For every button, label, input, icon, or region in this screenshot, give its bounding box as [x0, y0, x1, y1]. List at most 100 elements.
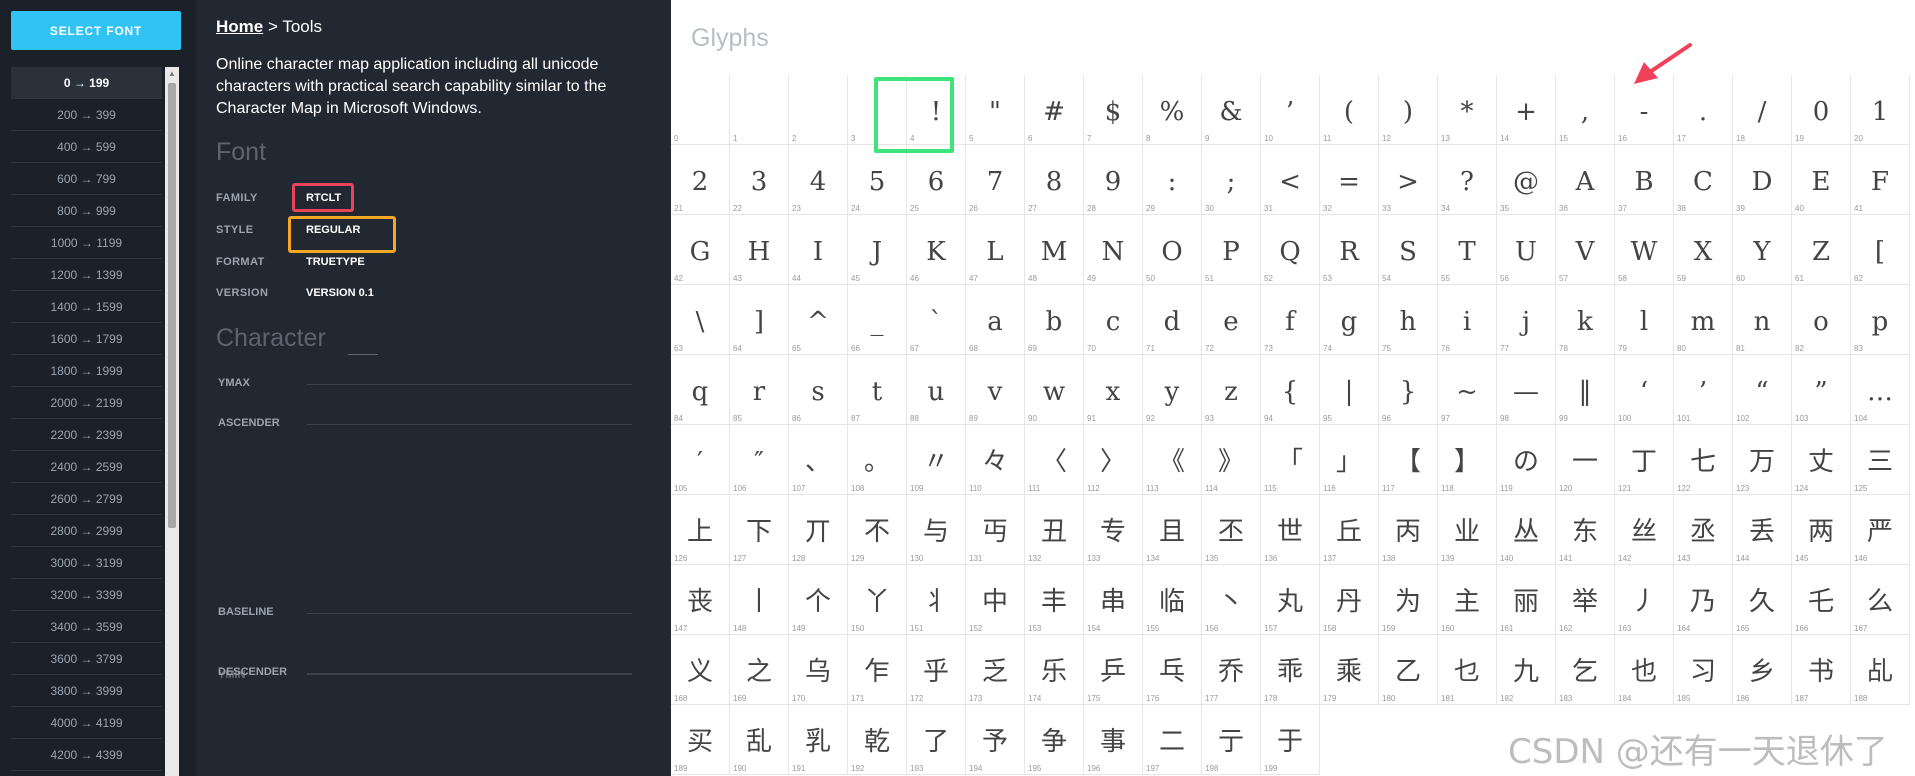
glyph-cell[interactable]: g 74 — [1320, 285, 1379, 355]
glyph-cell[interactable]: ” 103 — [1792, 355, 1851, 425]
glyph-cell[interactable]: 串 154 — [1084, 565, 1143, 635]
glyph-cell[interactable]: = 32 — [1320, 145, 1379, 215]
glyph-cell[interactable]: v 89 — [966, 355, 1025, 425]
glyph-cell[interactable]: 乳 191 — [789, 705, 848, 775]
glyph-cell[interactable]: 5 24 — [848, 145, 907, 215]
glyph-cell[interactable]: m 80 — [1674, 285, 1733, 355]
glyph-cell[interactable]: ′ 105 — [671, 425, 730, 495]
glyph-cell[interactable]: n 81 — [1733, 285, 1792, 355]
glyph-cell[interactable]: b 69 — [1025, 285, 1084, 355]
glyph-cell[interactable]: 丢 144 — [1733, 495, 1792, 565]
glyph-cell[interactable]: e 72 — [1202, 285, 1261, 355]
glyph-cell[interactable]: 下 127 — [730, 495, 789, 565]
glyph-cell[interactable]: / 18 — [1733, 75, 1792, 145]
glyph-cell[interactable]: 〈 111 — [1025, 425, 1084, 495]
glyph-cell[interactable]: x 91 — [1084, 355, 1143, 425]
range-item[interactable]: 200 → 399 — [11, 99, 162, 131]
glyph-cell[interactable]: [62 — [1851, 215, 1910, 285]
glyph-cell[interactable]: H 43 — [730, 215, 789, 285]
glyph-cell[interactable]: D 39 — [1733, 145, 1792, 215]
glyph-cell[interactable]: 丏 131 — [966, 495, 1025, 565]
glyph-cell[interactable]: L 47 — [966, 215, 1025, 285]
glyph-cell[interactable]: Z 61 — [1792, 215, 1851, 285]
glyph-cell[interactable]: 丧 147 — [671, 565, 730, 635]
range-item[interactable]: 3800 → 3999 — [11, 675, 162, 707]
glyph-cell[interactable]: 么 167 — [1851, 565, 1910, 635]
glyph-cell[interactable]: K 46 — [907, 215, 966, 285]
glyph-cell[interactable]: 习 185 — [1674, 635, 1733, 705]
glyph-cell[interactable]: 。 108 — [848, 425, 907, 495]
glyph-cell[interactable]: S 54 — [1379, 215, 1438, 285]
glyph-cell[interactable]: F 41 — [1851, 145, 1910, 215]
glyph-cell[interactable]: 4 23 — [789, 145, 848, 215]
glyph-cell[interactable]: 九 182 — [1497, 635, 1556, 705]
glyph-cell[interactable]: 丸 157 — [1261, 565, 1320, 635]
range-item[interactable]: 2800 → 2999 — [11, 515, 162, 547]
glyph-cell[interactable]: ‘ 100 — [1615, 355, 1674, 425]
range-scrollbar[interactable]: ▲ — [165, 67, 179, 776]
glyph-cell[interactable]: 乐 174 — [1025, 635, 1084, 705]
glyph-cell[interactable]: T 55 — [1438, 215, 1497, 285]
glyph-cell[interactable]: 丬 151 — [907, 565, 966, 635]
glyph-cell[interactable]: ^ 65 — [789, 285, 848, 355]
glyph-cell[interactable]: J 45 — [848, 215, 907, 285]
scrollbar-thumb[interactable] — [168, 83, 176, 528]
glyph-cell[interactable]: ) 12 — [1379, 75, 1438, 145]
range-item[interactable]: 1200 → 1399 — [11, 259, 162, 291]
glyph-cell[interactable]: } 96 — [1379, 355, 1438, 425]
glyph-cell[interactable]: 》 114 — [1202, 425, 1261, 495]
glyph-cell[interactable]: O 50 — [1143, 215, 1202, 285]
glyph-cell[interactable]: 严 146 — [1851, 495, 1910, 565]
glyph-cell[interactable]: {94 — [1261, 355, 1320, 425]
glyph-cell[interactable]: 0 — [671, 75, 730, 145]
glyph-cell[interactable]: <31 — [1261, 145, 1320, 215]
glyph-cell[interactable]: 丿 163 — [1615, 565, 1674, 635]
glyph-cell[interactable]: 丕 135 — [1202, 495, 1261, 565]
glyph-cell[interactable]: 业 139 — [1438, 495, 1497, 565]
glyph-cell[interactable]: 乡 186 — [1733, 635, 1792, 705]
glyph-cell[interactable]: V 57 — [1556, 215, 1615, 285]
glyph-cell[interactable]: 乱 190 — [730, 705, 789, 775]
range-item[interactable]: 600 → 799 — [11, 163, 162, 195]
glyph-cell[interactable]: u 88 — [907, 355, 966, 425]
range-item[interactable]: 1800 → 1999 — [11, 355, 162, 387]
glyph-cell[interactable]: +14 — [1497, 75, 1556, 145]
glyph-cell[interactable]: 临 155 — [1143, 565, 1202, 635]
glyph-cell[interactable]: y 92 — [1143, 355, 1202, 425]
glyph-cell[interactable]: 万 123 — [1733, 425, 1792, 495]
glyph-cell[interactable]: ; 30 — [1202, 145, 1261, 215]
select-font-button[interactable]: SELECT FONT — [11, 11, 181, 50]
glyph-cell[interactable]: o 82 — [1792, 285, 1851, 355]
glyph-cell[interactable]: ″ 106 — [730, 425, 789, 495]
glyph-cell[interactable]: ’ 101 — [1674, 355, 1733, 425]
glyph-cell[interactable]: 6 25 — [907, 145, 966, 215]
glyph-cell[interactable]: d 71 — [1143, 285, 1202, 355]
glyph-cell[interactable]: 予 194 — [966, 705, 1025, 775]
glyph-cell[interactable]: j 77 — [1497, 285, 1556, 355]
range-item[interactable]: 2000 → 2199 — [11, 387, 162, 419]
glyph-cell[interactable]: ~97 — [1438, 355, 1497, 425]
glyph-cell[interactable]: 为 159 — [1379, 565, 1438, 635]
glyph-cell[interactable]: 3 22 — [730, 145, 789, 215]
glyph-cell[interactable]: z 93 — [1202, 355, 1261, 425]
glyph-cell[interactable]: 乖 178 — [1261, 635, 1320, 705]
range-item[interactable]: 800 → 999 — [11, 195, 162, 227]
glyph-cell[interactable]: 也 184 — [1615, 635, 1674, 705]
range-item[interactable]: 0 → 199 — [11, 67, 162, 99]
glyph-cell[interactable]: 专 133 — [1084, 495, 1143, 565]
glyph-cell[interactable]: 不 129 — [848, 495, 907, 565]
glyph-cell[interactable]: 丙 138 — [1379, 495, 1438, 565]
glyph-cell[interactable]: 举 162 — [1556, 565, 1615, 635]
glyph-cell[interactable]: 2 21 — [671, 145, 730, 215]
glyph-cell[interactable]: M 48 — [1025, 215, 1084, 285]
glyph-cell[interactable]: 丈 124 — [1792, 425, 1851, 495]
glyph-cell-selected[interactable]: , 15 — [1556, 75, 1615, 145]
glyph-cell[interactable]: i 76 — [1438, 285, 1497, 355]
glyph-cell[interactable]: U 56 — [1497, 215, 1556, 285]
glyph-cell[interactable]: B 37 — [1615, 145, 1674, 215]
glyph-cell[interactable]: 乒 175 — [1084, 635, 1143, 705]
glyph-cell[interactable]: 三 125 — [1851, 425, 1910, 495]
glyph-cell[interactable]: 0 19 — [1792, 75, 1851, 145]
glyph-cell[interactable]: 于 199 — [1261, 705, 1320, 775]
glyph-cell[interactable]: 1 — [730, 75, 789, 145]
